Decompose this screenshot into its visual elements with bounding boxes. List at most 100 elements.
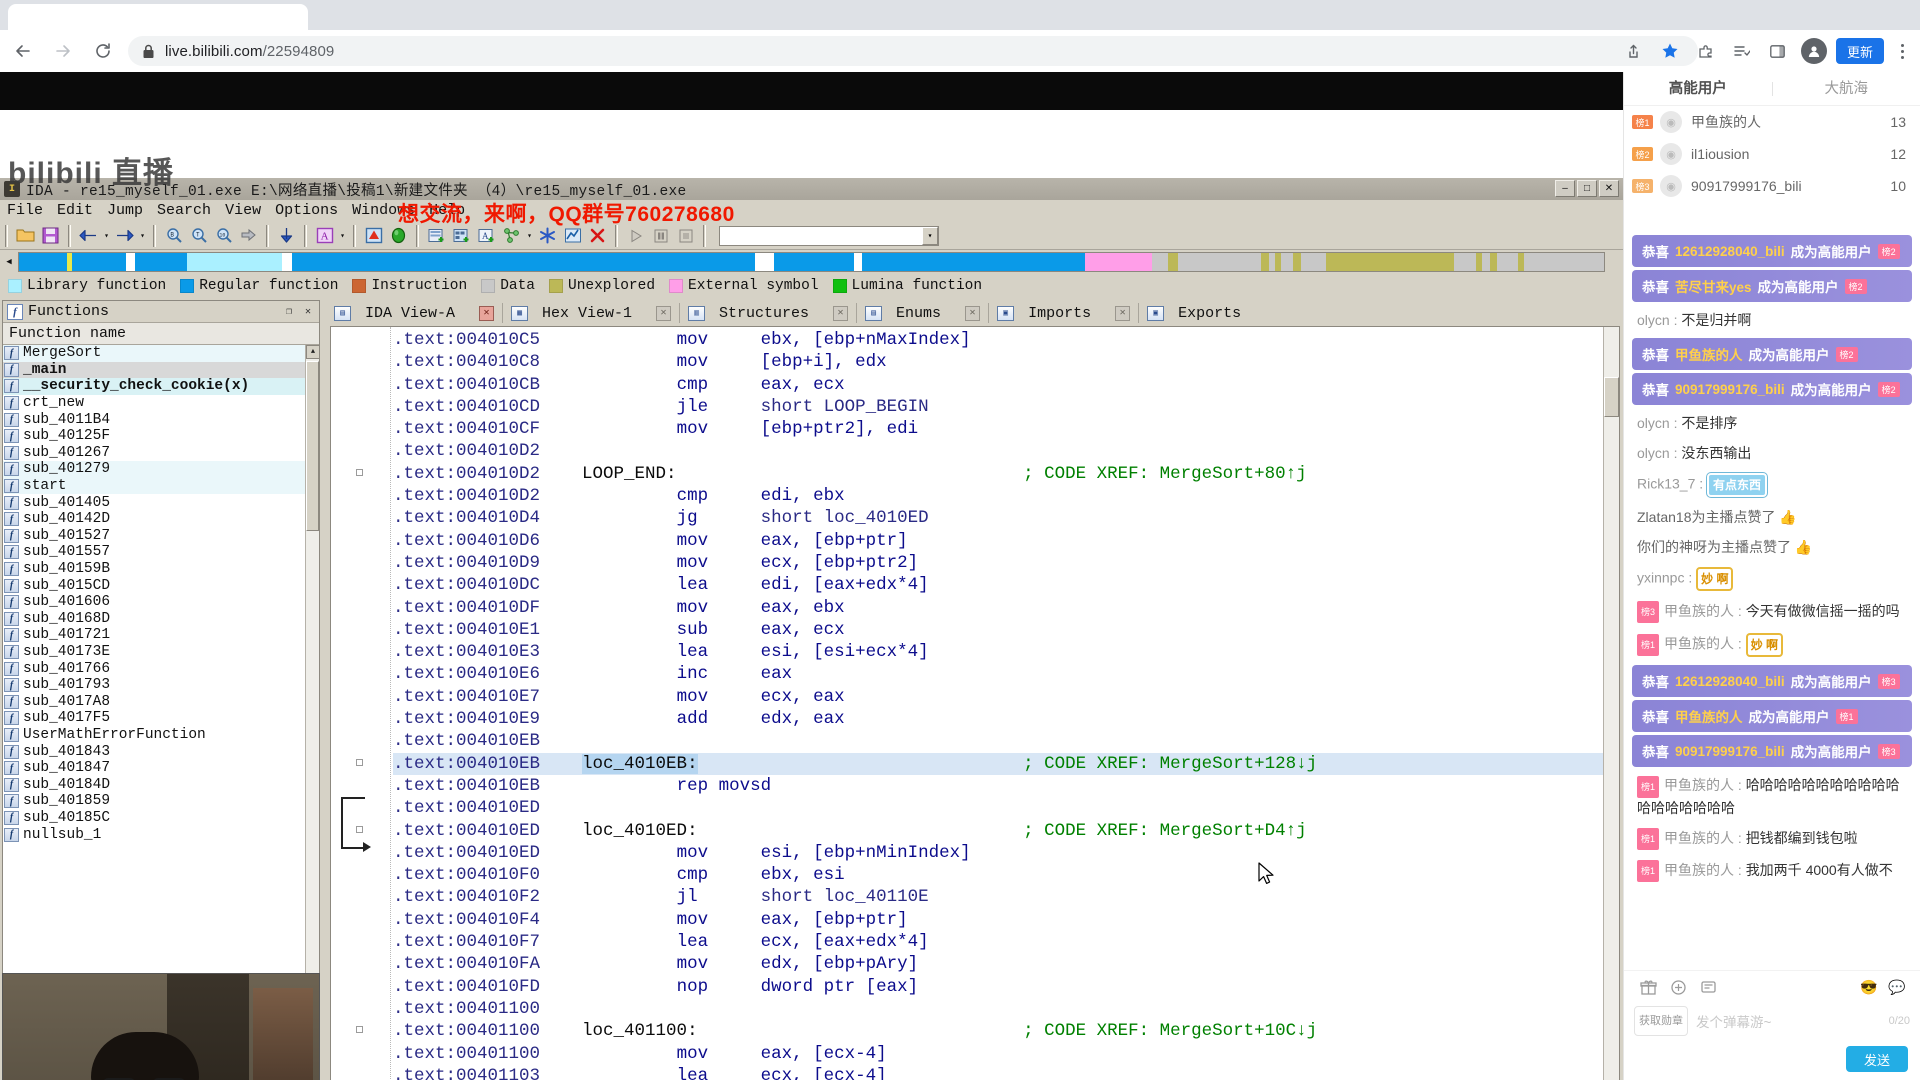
function-list-item[interactable]: f sub_401606 (3, 594, 305, 611)
font-icon[interactable]: A (314, 225, 335, 246)
search-binary-icon[interactable]: B (163, 225, 184, 246)
line-operands[interactable]: esi, [esi+ecx*4] (761, 642, 929, 662)
line-operands[interactable]: short LOOP_BEGIN (761, 397, 929, 417)
disassembly-line[interactable]: .text:004010F0 cmp ebx, esi (393, 864, 1603, 886)
line-operands[interactable]: short loc_4010ED (761, 508, 929, 528)
line-operands[interactable]: edi, [eax+edx*4] (761, 575, 929, 595)
send-button[interactable]: 发送 (1846, 1046, 1908, 1072)
save-icon[interactable] (40, 225, 61, 246)
function-list-item[interactable]: f sub_401267 (3, 445, 305, 462)
chat-user-name[interactable]: olycn (1637, 312, 1670, 328)
avatar[interactable] (1800, 38, 1827, 64)
tab-enums[interactable]: ▤ Enums ✕ (861, 300, 984, 326)
forward-dropdown-icon[interactable]: ▾ (137, 226, 148, 246)
open-file-icon[interactable] (15, 225, 36, 246)
line-operands[interactable]: short loc_40110E (761, 887, 929, 907)
gift-icon[interactable] (1636, 976, 1660, 1000)
disassembly-line[interactable]: .text:004010DF mov eax, ebx (393, 597, 1603, 619)
function-list-item[interactable]: f sub_40159B (3, 561, 305, 578)
line-operands[interactable]: eax, [ecx-4] (761, 1044, 887, 1064)
menu-search[interactable]: Search (150, 200, 218, 222)
navigate-back-icon[interactable] (78, 225, 99, 246)
function-list-item[interactable]: f sub_401859 (3, 793, 305, 810)
disassembly-line[interactable]: .text:004010CF mov [ebp+ptr2], edi (393, 418, 1603, 440)
code-label[interactable]: LOOP_END: (582, 464, 677, 484)
line-operands[interactable]: eax, [ebp+ptr] (761, 910, 908, 930)
disassembly-line[interactable]: .text:004010C8 mov [ebp+i], edx (393, 351, 1603, 373)
disassembly-line[interactable]: .text:004010E9 add edx, eax (393, 708, 1603, 730)
function-list-item[interactable]: f sub_401793 (3, 677, 305, 694)
get-medal-button[interactable]: 获取勋章 (1634, 1006, 1688, 1036)
line-operands[interactable]: ebx, esi (761, 865, 845, 885)
close-icon[interactable]: ✕ (833, 305, 849, 321)
disassembly-line[interactable]: .text:004010E6 inc eax (393, 663, 1603, 685)
function-list-item[interactable]: f sub_40184D (3, 776, 305, 793)
jump-down-icon[interactable] (276, 225, 297, 246)
scrollbar-thumb[interactable] (306, 361, 319, 531)
minimize-button[interactable]: – (1555, 180, 1575, 197)
tab-imports[interactable]: ▣ Imports ✕ (993, 300, 1134, 326)
new-string-icon[interactable]: A (476, 225, 497, 246)
address-bar[interactable]: live.bilibili.com/22594809 (128, 36, 1698, 66)
disassembly-line[interactable]: .text:004010E7 mov ecx, eax (393, 686, 1603, 708)
tab-ida-view-a[interactable]: ▤ IDA View-A ✕ (330, 300, 498, 326)
chat-user-name[interactable]: 甲鱼族的人 (1664, 830, 1734, 846)
nav-band-scroll-left[interactable]: ◀ (0, 253, 18, 271)
disassembly-line[interactable]: .text:004010F2 jl short loc_40110E (393, 886, 1603, 908)
line-operands[interactable]: [ebp+i], edx (761, 352, 887, 372)
line-operands[interactable]: edi, ebx (761, 486, 845, 506)
delete-icon[interactable] (587, 225, 608, 246)
disassembly-line[interactable]: .text:004010CB cmp eax, ecx (393, 374, 1603, 396)
disassembly-line[interactable]: .text:004010FA mov edx, [ebp+pAry] (393, 953, 1603, 975)
disassembly-line[interactable]: .text:004010FD nop dword ptr [eax] (393, 976, 1603, 998)
line-operands[interactable]: esi, [ebp+nMinIndex] (761, 843, 971, 863)
extensions-icon[interactable] (1690, 35, 1722, 67)
line-operands[interactable]: edx, eax (761, 709, 845, 729)
maximize-button[interactable]: □ (1577, 180, 1597, 197)
tab-hex-view-1[interactable]: ▦ Hex View-1 ✕ (507, 300, 675, 326)
disassembly-body[interactable]: .text:004010C5 mov ebx, [ebp+nMaxIndex].… (330, 326, 1620, 1080)
function-list-item[interactable]: f sub_40125F (3, 428, 305, 445)
disassembly-line[interactable]: .text:004010D2 (393, 440, 1603, 462)
disassembly-line[interactable]: .text:004010D4 jg short loc_4010ED (393, 507, 1603, 529)
disassembly-line[interactable]: .text:004010EB rep movsd (393, 775, 1603, 797)
search-next-icon[interactable] (238, 225, 259, 246)
disassembly-line[interactable]: .text:004010D6 mov eax, [ebp+ptr] (393, 530, 1603, 552)
search-sequence-icon[interactable]: 10 (213, 225, 234, 246)
function-list-item[interactable]: f sub_401527 (3, 528, 305, 545)
update-button[interactable]: 更新 (1835, 38, 1884, 64)
function-list-item[interactable]: f sub_4011B4 (3, 411, 305, 428)
disassembly-code[interactable]: .text:004010C5 mov ebx, [ebp+nMaxIndex].… (393, 327, 1603, 1080)
chat-user-name[interactable]: Rick13_7 (1637, 476, 1695, 492)
announcement-icon[interactable] (1696, 976, 1720, 1000)
close-button[interactable]: ✕ (1599, 180, 1619, 197)
disassembly-line[interactable]: .text:004010EB (393, 730, 1603, 752)
disassembly-line[interactable]: .text:004010DC lea edi, [eax+edx*4] (393, 574, 1603, 596)
function-list-item[interactable]: f nullsub_1 (3, 826, 305, 843)
disassembly-line[interactable]: .text:00401100 mov eax, [ecx-4] (393, 1043, 1603, 1065)
function-list-item[interactable]: f MergeSort (3, 345, 305, 362)
disassembly-line[interactable]: .text:004010ED mov esi, [ebp+nMinIndex] (393, 842, 1603, 864)
chat-user-name[interactable]: 甲鱼族的人 (1664, 636, 1734, 652)
functions-column-header[interactable]: Function name (3, 323, 319, 345)
disassembly-line[interactable]: .text:004010D9 mov ecx, [ebp+ptr2] (393, 552, 1603, 574)
menu-view[interactable]: View (218, 200, 268, 222)
disassembly-line[interactable]: .text:004010D2 LOOP_END: ; CODE XREF: Me… (393, 463, 1603, 485)
function-list-item[interactable]: f sub_401766 (3, 660, 305, 677)
close-icon[interactable]: ✕ (656, 305, 672, 321)
disassembly-line[interactable]: .text:004010E1 sub eax, ecx (393, 619, 1603, 641)
menu-options[interactable]: Options (268, 200, 345, 222)
side-panel-icon[interactable] (1762, 35, 1794, 67)
panel-close-button[interactable]: ✕ (300, 304, 316, 320)
debugger-select[interactable]: ▾ (719, 225, 939, 246)
line-operands[interactable]: eax, [ebp+ptr] (761, 531, 908, 551)
sunglasses-emoji-icon[interactable]: 😎 (1858, 977, 1880, 999)
line-operands[interactable]: ebx, [ebp+nMaxIndex] (761, 330, 971, 350)
chat-user-name[interactable]: 甲鱼族的人 (1664, 862, 1734, 878)
three-dot-menu-icon[interactable] (1888, 35, 1916, 67)
function-list-item[interactable]: f sub_40168D (3, 611, 305, 628)
function-list-item[interactable]: f start (3, 477, 305, 495)
disassembly-line[interactable]: .text:004010ED (393, 797, 1603, 819)
back-arrow-icon[interactable] (6, 34, 40, 68)
scroll-up-icon[interactable]: ▲ (306, 345, 320, 359)
